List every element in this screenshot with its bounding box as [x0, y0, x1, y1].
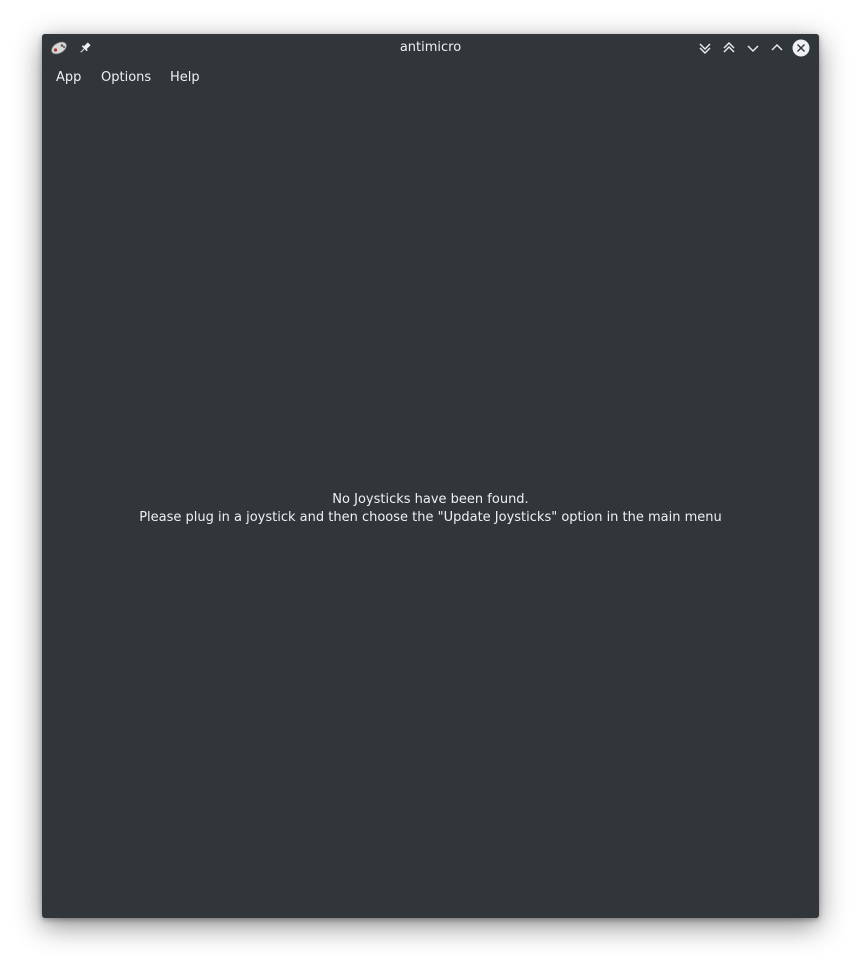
menu-options[interactable]: Options [97, 62, 155, 94]
menu-bar: App Options Help [42, 62, 819, 94]
menu-help[interactable]: Help [166, 62, 204, 94]
pin-icon[interactable] [76, 39, 94, 57]
minimize-icon[interactable] [743, 38, 763, 58]
keep-below-icon[interactable] [695, 38, 715, 58]
menu-app[interactable]: App [52, 62, 85, 94]
plug-in-instruction: Please plug in a joystick and then choos… [139, 510, 722, 525]
title-bar[interactable]: antimicro [42, 34, 819, 62]
close-icon[interactable] [791, 38, 811, 58]
maximize-icon[interactable] [767, 38, 787, 58]
app-window: antimicro App Options Help No Joysticks … [42, 34, 819, 918]
main-content: No Joysticks have been found. Please plu… [42, 94, 819, 918]
gamepad-icon[interactable] [50, 39, 68, 57]
keep-above-icon[interactable] [719, 38, 739, 58]
no-joysticks-message: No Joysticks have been found. [332, 492, 529, 507]
